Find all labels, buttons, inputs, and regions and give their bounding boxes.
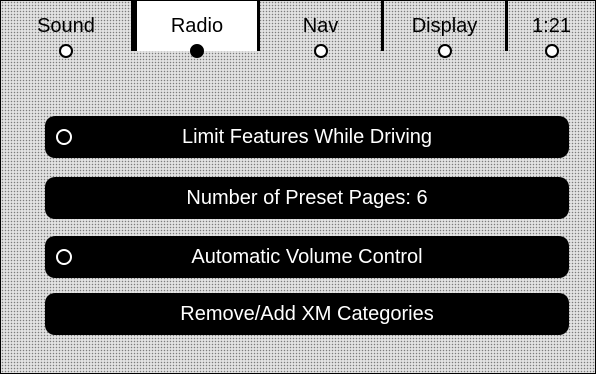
xm-categories-button[interactable]: Remove/Add XM Categories (45, 293, 569, 335)
tab-sound-label: Sound (37, 15, 95, 37)
limit-features-button[interactable]: Limit Features While Driving (45, 116, 569, 158)
preset-pages-label: Number of Preset Pages: 6 (186, 187, 428, 209)
tab-bar: Sound Radio Nav Display 1:21 (1, 1, 595, 59)
limit-features-label: Limit Features While Driving (181, 126, 433, 148)
tab-radio-indicator-icon (190, 44, 204, 58)
tab-clock-indicator-icon (544, 44, 559, 58)
tab-radio-label: Radio (170, 15, 224, 37)
tab-sound[interactable]: Sound (1, 1, 134, 58)
tab-nav[interactable]: Nav (260, 1, 384, 58)
tab-sound-indicator-icon (59, 44, 73, 58)
tab-display[interactable]: Display (384, 1, 508, 58)
auto-volume-button[interactable]: Automatic Volume Control (45, 236, 569, 278)
tab-radio[interactable]: Radio (134, 1, 260, 58)
tab-nav-label: Nav (302, 15, 339, 37)
preset-pages-button[interactable]: Number of Preset Pages: 6 (45, 177, 569, 219)
xm-categories-label: Remove/Add XM Categories (180, 303, 434, 325)
tab-nav-indicator-icon (313, 44, 328, 58)
tab-clock[interactable]: 1:21 (508, 1, 595, 58)
clock-label: 1:21 (532, 15, 571, 37)
radio-settings-screen: Sound Radio Nav Display 1:21 Limit Featu… (0, 0, 596, 374)
tab-display-label: Display (411, 15, 478, 37)
auto-volume-label: Automatic Volume Control (191, 246, 423, 268)
tab-display-indicator-icon (437, 44, 452, 58)
